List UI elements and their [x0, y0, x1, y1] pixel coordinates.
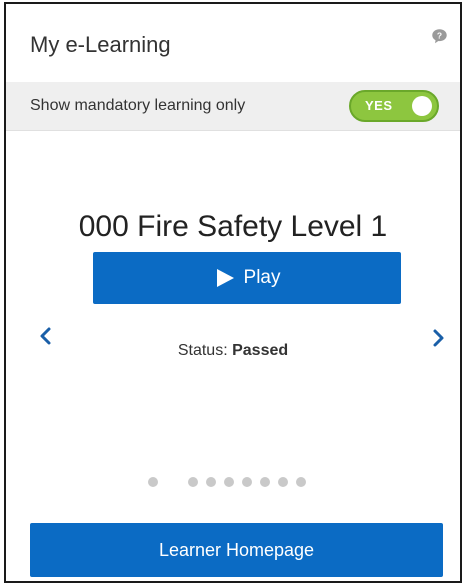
course-status: Status: Passed	[6, 342, 460, 360]
pagination-dot[interactable]	[224, 477, 234, 487]
svg-text:?: ?	[437, 30, 442, 40]
mandatory-filter-label: Show mandatory learning only	[30, 97, 246, 114]
help-bubble-icon[interactable]: ?	[431, 28, 448, 45]
mandatory-filter-bar: Show mandatory learning only YES	[6, 82, 460, 131]
toggle-knob	[412, 96, 432, 116]
pagination-dot[interactable]	[260, 477, 270, 487]
pagination-dot[interactable]	[296, 477, 306, 487]
mandatory-toggle[interactable]: YES	[349, 90, 439, 122]
toggle-state-label: YES	[365, 98, 393, 113]
pagination-dot[interactable]	[188, 477, 198, 487]
pagination-dot[interactable]	[242, 477, 252, 487]
pagination-dot[interactable]	[206, 477, 216, 487]
status-label: Status:	[177, 342, 228, 359]
play-button[interactable]: Play	[93, 252, 401, 304]
elearning-widget: My e-Learning ? Show mandatory learning …	[4, 2, 462, 583]
play-button-label: Play	[243, 267, 281, 288]
carousel-pagination	[148, 476, 314, 488]
learner-homepage-button[interactable]: Learner Homepage	[30, 523, 443, 577]
course-title: 000 Fire Safety Level 1	[78, 210, 388, 243]
play-icon	[216, 269, 234, 287]
widget-title: My e-Learning	[30, 32, 171, 57]
pagination-dot[interactable]	[148, 477, 158, 487]
status-value: Passed	[232, 342, 289, 359]
widget-header: My e-Learning ?	[6, 4, 460, 83]
pagination-dot[interactable]	[278, 477, 288, 487]
